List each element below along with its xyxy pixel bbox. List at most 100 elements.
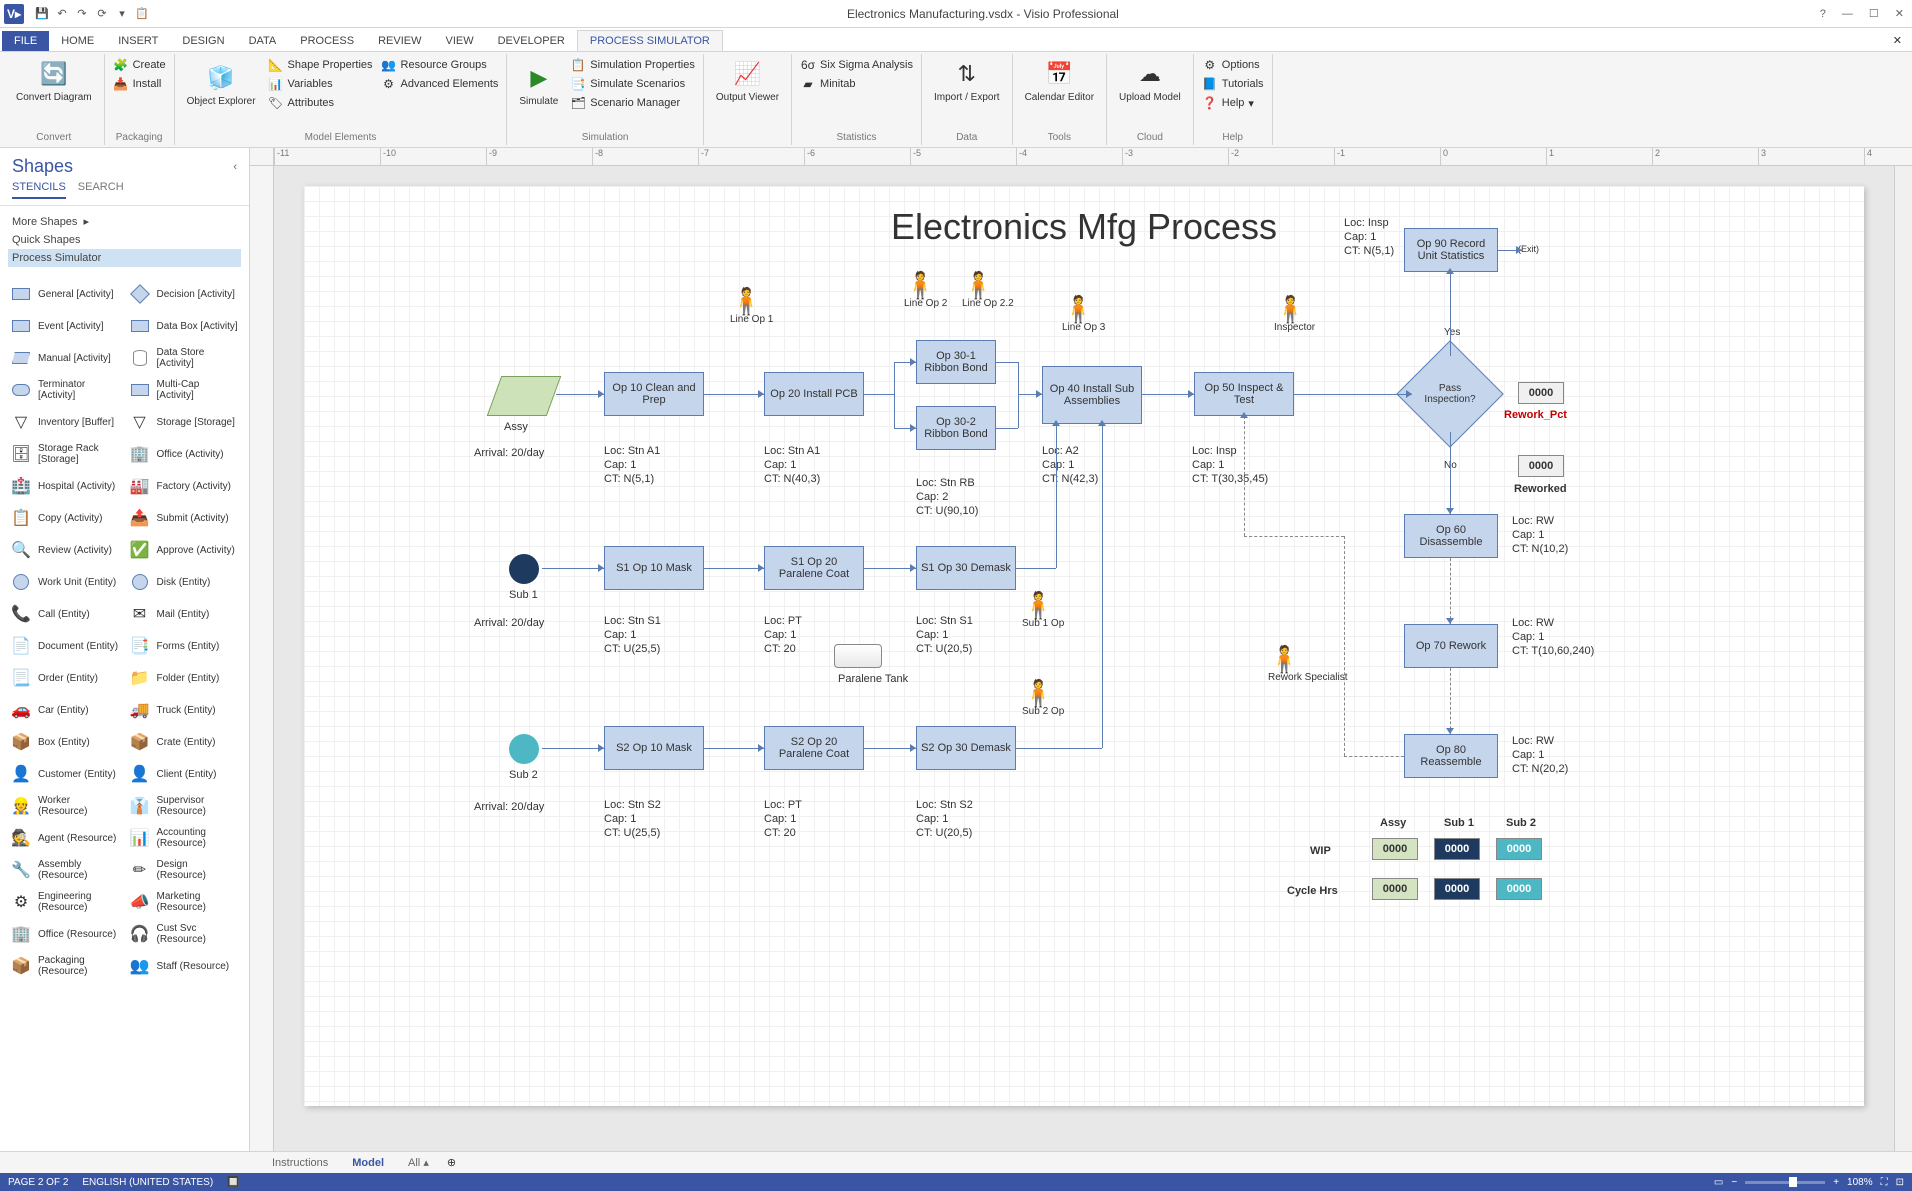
stencil-item[interactable]: Data Box [Activity] (127, 311, 242, 341)
tab-data[interactable]: DATA (237, 31, 289, 51)
stencil-item[interactable]: 🚗Car (Entity) (8, 695, 123, 725)
stencil-item[interactable]: 📃Order (Entity) (8, 663, 123, 693)
node-op80[interactable]: Op 80 Reassemble (1404, 734, 1498, 778)
stencil-item[interactable]: 📊Accounting (Resource) (127, 823, 242, 853)
help-button[interactable]: ❓Help ▾ (1200, 94, 1266, 112)
advanced-elements-button[interactable]: ⚙Advanced Elements (379, 75, 501, 93)
node-op50[interactable]: Op 50 Inspect & Test (1194, 372, 1294, 416)
collapse-shapes-icon[interactable]: ‹ (233, 161, 237, 173)
stencil-item[interactable]: 👔Supervisor (Resource) (127, 791, 242, 821)
pan-zoom-icon[interactable]: ⊡ (1896, 1177, 1904, 1188)
stencil-item[interactable]: 👤Customer (Entity) (8, 759, 123, 789)
stencil-item[interactable]: ▽Storage [Storage] (127, 407, 242, 437)
node-s2op20[interactable]: S2 Op 20 Paralene Coat (764, 726, 864, 770)
person-sub2-op[interactable]: 🧍Sub 2 Op (1022, 680, 1048, 717)
tab-home[interactable]: HOME (49, 31, 106, 51)
stencil-item[interactable]: Multi-Cap [Activity] (127, 375, 242, 405)
node-s1op20[interactable]: S1 Op 20 Paralene Coat (764, 546, 864, 590)
fit-page-icon[interactable]: ⛶ (1881, 1177, 1888, 1188)
simulate-scenarios-button[interactable]: 📑Simulate Scenarios (568, 75, 697, 93)
view-presentation-icon[interactable]: ▭ (1714, 1177, 1723, 1188)
vertical-scrollbar[interactable] (1894, 166, 1912, 1151)
stencil-item[interactable]: 📣Marketing (Resource) (127, 887, 242, 917)
search-tab[interactable]: SEARCH (78, 181, 124, 199)
stencil-item[interactable]: 🏥Hospital (Activity) (8, 471, 123, 501)
upload-model-button[interactable]: ☁Upload Model (1113, 56, 1187, 105)
stencil-item[interactable]: 📦Packaging (Resource) (8, 951, 123, 981)
stencil-item[interactable]: 🎧Cust Svc (Resource) (127, 919, 242, 949)
stencil-item[interactable]: 📞Call (Entity) (8, 599, 123, 629)
attributes-button[interactable]: 🏷Attributes (266, 94, 375, 112)
paralene-tank[interactable] (834, 644, 882, 668)
refresh-icon[interactable]: ⟳ (94, 6, 110, 22)
stencil-item[interactable]: 🔍Review (Activity) (8, 535, 123, 565)
node-s2op10[interactable]: S2 Op 10 Mask (604, 726, 704, 770)
simulation-properties-button[interactable]: 📋Simulation Properties (568, 56, 697, 74)
six-sigma-button[interactable]: 6σSix Sigma Analysis (798, 56, 915, 74)
person-line-op1[interactable]: 🧍Line Op 1 (730, 288, 756, 325)
node-op301[interactable]: Op 30-1 Ribbon Bond (916, 340, 996, 384)
more-shapes-link[interactable]: More Shapes ▸ (12, 212, 237, 231)
stencil-item[interactable]: Work Unit (Entity) (8, 567, 123, 597)
scenario-manager-button[interactable]: 🗂Scenario Manager (568, 94, 697, 112)
sheet-instructions[interactable]: Instructions (260, 1154, 340, 1172)
person-line-op3[interactable]: 🧍Line Op 3 (1062, 296, 1088, 333)
person-sub1-op[interactable]: 🧍Sub 1 Op (1022, 592, 1048, 629)
stencil-item[interactable]: 📦Crate (Entity) (127, 727, 242, 757)
install-button[interactable]: 📥Install (111, 75, 168, 93)
stencil-item[interactable]: 🏭Factory (Activity) (127, 471, 242, 501)
tab-insert[interactable]: INSERT (106, 31, 170, 51)
stencil-item[interactable]: 📋Copy (Activity) (8, 503, 123, 533)
stencil-item[interactable]: ⚙Engineering (Resource) (8, 887, 123, 917)
canvas-scroll[interactable]: Electronics Mfg Process Loc: InspCap: 1C… (274, 166, 1894, 1151)
output-viewer-button[interactable]: 📈Output Viewer (710, 56, 785, 105)
tab-process-simulator[interactable]: PROCESS SIMULATOR (577, 30, 723, 51)
more-icon[interactable]: ▾ (114, 6, 130, 22)
stencil-item[interactable]: 👤Client (Entity) (127, 759, 242, 789)
stencil-item[interactable]: 🔧Assembly (Resource) (8, 855, 123, 885)
stencil-item[interactable]: ✅Approve (Activity) (127, 535, 242, 565)
create-button[interactable]: 🧩Create (111, 56, 168, 74)
tab-view[interactable]: VIEW (433, 31, 485, 51)
shape-properties-button[interactable]: 📐Shape Properties (266, 56, 375, 74)
stencil-item[interactable]: 🏢Office (Activity) (127, 439, 242, 469)
tab-developer[interactable]: DEVELOPER (486, 31, 577, 51)
maximize-button[interactable]: ☐ (1865, 7, 1883, 20)
simulate-button[interactable]: ▶Simulate (513, 56, 564, 112)
macro-icon[interactable]: 🔲 (227, 1177, 239, 1188)
import-export-button[interactable]: ⇅Import / Export (928, 56, 1006, 105)
node-s1op10[interactable]: S1 Op 10 Mask (604, 546, 704, 590)
close-button[interactable]: ✕ (1891, 7, 1908, 20)
zoom-in-icon[interactable]: + (1833, 1177, 1839, 1188)
stencil-item[interactable]: 📑Forms (Entity) (127, 631, 242, 661)
stencil-item[interactable]: 📦Box (Entity) (8, 727, 123, 757)
stencil-item[interactable]: 👥Staff (Resource) (127, 951, 242, 981)
stencil-item[interactable]: Disk (Entity) (127, 567, 242, 597)
stencil-item[interactable]: 👷Worker (Resource) (8, 791, 123, 821)
person-inspector[interactable]: 🧍Inspector (1274, 296, 1300, 333)
help-icon[interactable]: ? (1816, 8, 1830, 20)
node-op90[interactable]: Op 90 Record Unit Statistics (1404, 228, 1498, 272)
node-pass-inspection[interactable]: Pass Inspection? (1412, 356, 1488, 432)
zoom-level[interactable]: 108% (1847, 1177, 1873, 1188)
node-op70[interactable]: Op 70 Rework (1404, 624, 1498, 668)
tab-file[interactable]: FILE (2, 31, 49, 51)
options-button[interactable]: ⚙Options (1200, 56, 1266, 74)
stencils-tab[interactable]: STENCILS (12, 181, 66, 199)
stencil-item[interactable]: 📤Submit (Activity) (127, 503, 242, 533)
stencil-item[interactable]: Decision [Activity] (127, 279, 242, 309)
node-op10[interactable]: Op 10 Clean and Prep (604, 372, 704, 416)
tab-process[interactable]: PROCESS (288, 31, 366, 51)
stencil-item[interactable]: Terminator [Activity] (8, 375, 123, 405)
calendar-editor-button[interactable]: 📅Calendar Editor (1019, 56, 1100, 105)
tutorials-button[interactable]: 📘Tutorials (1200, 75, 1266, 93)
resource-groups-button[interactable]: 👥Resource Groups (379, 56, 501, 74)
collapse-ribbon-button[interactable]: ✕ (1883, 30, 1912, 51)
variables-button[interactable]: 📊Variables (266, 75, 375, 93)
node-sub2[interactable] (509, 734, 539, 764)
node-op40[interactable]: Op 40 Install Sub Assemblies (1042, 366, 1142, 424)
person-line-op2[interactable]: 🧍Line Op 2 (904, 272, 930, 309)
stencil-item[interactable]: General [Activity] (8, 279, 123, 309)
minimize-button[interactable]: — (1838, 8, 1857, 20)
object-explorer-button[interactable]: 🧊Object Explorer (181, 56, 262, 112)
